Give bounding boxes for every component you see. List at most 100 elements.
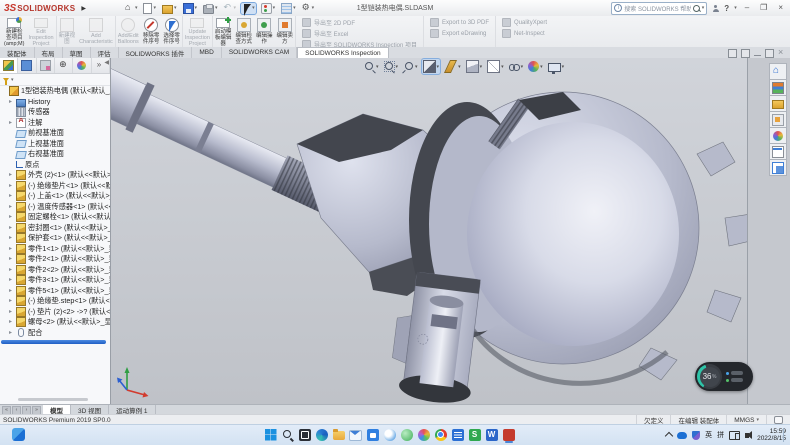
cloud-app-icon[interactable] [383,427,396,442]
design-library-icon[interactable] [769,79,787,96]
edit-operations-button[interactable]: 编辑操作 [254,16,275,47]
view-palette-icon[interactable] [769,111,787,128]
expand-arrow-icon[interactable] [9,296,14,306]
tree-item[interactable]: 零件5<1> (默认<<默认>_显示状 [0,286,110,297]
tree-item[interactable]: (-) 绝缘垫片<1> (默认<<默认>_显 [0,181,110,192]
expand-arrow-icon[interactable] [9,328,14,338]
edit-methods-button[interactable]: 编辑检查方式 [233,16,254,47]
select-balloons-button[interactable]: 选择零件序号 [161,16,183,47]
chrome-icon[interactable] [434,427,447,442]
tree-item[interactable]: 上视基准面 [0,139,110,150]
security-shield-icon[interactable] [692,431,700,440]
edge-icon[interactable] [315,427,328,442]
configurationmanager-tab-icon[interactable] [37,58,55,73]
tree-item[interactable]: 固定螺栓<1> (默认<<默认>_显示 [0,212,110,223]
expand-arrow-icon[interactable] [9,223,14,233]
add-edit-balloons-button[interactable]: Add/EditBalloons [116,16,141,47]
export-item[interactable]: 导出至 Excel [302,29,417,38]
expand-arrow-icon[interactable] [9,97,14,107]
tree-filter-bar[interactable]: ▾ [0,74,110,86]
panel-hscrollbar[interactable] [18,398,88,401]
expand-arrow-icon[interactable] [9,244,14,254]
tree-item[interactable]: 原点 [0,160,110,171]
expand-arrow-icon[interactable] [9,191,14,201]
ribbon-tab[interactable]: 评估 [91,47,119,58]
previous-view-icon[interactable]: ▾ [402,60,419,73]
start-button-icon[interactable] [264,427,277,442]
edit-inspection-project-button[interactable]: EditInspectionProject [26,16,56,47]
new-view-button[interactable]: 新建视图 [57,16,78,47]
tree-item[interactable]: (-) 垫片 (2)<2> ->? (默认<<默认> [0,307,110,318]
w-app-icon[interactable]: W [485,427,498,442]
print-icon[interactable]: ▾ [202,2,219,15]
doc-tile-icon[interactable] [741,49,750,58]
file-explorer-icon[interactable] [332,427,345,442]
tree-item[interactable]: 零件3<1> (默认<<默认>_显示状 [0,275,110,286]
search-icon[interactable] [693,5,700,12]
tree-item[interactable]: (-) 绝缘垫.step<1> (默认<<默认> [0,296,110,307]
model-3d-view[interactable] [111,58,748,404]
ribbon-tab[interactable]: 布局 [35,47,63,58]
save-icon[interactable]: ▾ [182,2,199,15]
help-search-box[interactable]: i 搜索 SOLIDWORKS 帮助 ▾ [611,2,707,15]
ime-language-indicator[interactable]: 英 [705,430,712,440]
expand-arrow-icon[interactable] [9,181,14,191]
ribbon-tab[interactable]: SOLIDWORKS 插件 [119,47,193,58]
tree-item[interactable]: 右视基准面 [0,149,110,160]
view-settings-icon[interactable]: ▾ [547,61,566,73]
export-item[interactable]: Export eDrawing [430,29,489,38]
onedrive-icon[interactable] [677,432,687,439]
section-view-icon[interactable]: ▾ [422,59,441,74]
update-inspection-project-button[interactable]: UpdateInspectionProject [183,16,213,47]
new-document-icon[interactable]: ▾ [142,2,157,15]
custom-properties-icon[interactable] [769,143,787,160]
tree-item[interactable]: 零件2<2> (默认<<默认>_显示状 [0,265,110,276]
ribbon-tab[interactable]: 草图 [63,47,91,58]
remove-balloons-button[interactable]: 移除零件序号 [141,16,162,47]
widget-row[interactable] [726,371,743,375]
volume-icon[interactable] [745,433,749,438]
tree-item[interactable]: 密封圈<1> (默认<<默认>_显示状 [0,223,110,234]
logo-flyout-arrow-icon[interactable]: ▶ [81,5,86,12]
ime-mode-indicator[interactable]: 拼 [717,430,724,440]
resources-home-icon[interactable] [769,63,787,80]
expand-arrow-icon[interactable] [9,286,14,296]
view-orientation-icon[interactable]: ▾ [465,59,484,74]
tree-item[interactable]: 传感器 [0,107,110,118]
expand-arrow-icon[interactable] [9,118,14,128]
taskbar-clock[interactable]: 15:59 2022/8/15 [757,428,786,443]
hide-show-items-icon[interactable]: ▾ [508,60,525,73]
tree-item[interactable]: 1型铠装热电偶 (默认<默认_显示状态-1> [0,86,110,97]
select-cursor-icon[interactable]: ▾ [241,3,256,14]
green-app-icon[interactable] [400,427,413,442]
window-restore-button[interactable]: ❐ [757,1,770,15]
tree-item[interactable]: 外壳 (2)<1> (默认<<默认>_显示状 [0,170,110,181]
doc-cascade-icon[interactable] [728,49,737,58]
file-explorer-icon[interactable] [769,95,787,112]
tree-item[interactable]: (-) 温度传感器<1> (默认<<默认> [0,202,110,213]
appearances-scenes-icon[interactable] [769,127,787,144]
expand-arrow-icon[interactable] [9,317,14,327]
featuremanager-tab-icon[interactable] [0,58,18,73]
login-user-icon[interactable] [712,5,719,12]
tree-item[interactable]: 螺母<2> (默认<<默认>_显示状态 [0,317,110,328]
doc-close-icon[interactable] [778,50,785,57]
solidworks-forum-icon[interactable] [769,159,787,176]
undo-icon[interactable]: ▾ [223,3,238,14]
panel-collapse-icon[interactable]: ◀ [104,59,109,66]
doc-minimize-icon[interactable] [754,50,761,57]
export-item[interactable]: Export to 3D PDF [430,18,489,27]
mail-icon[interactable] [349,427,362,442]
tree-item[interactable]: 注解 [0,118,110,129]
expand-arrow-icon[interactable] [9,202,14,212]
dimxpertmanager-tab-icon[interactable] [55,58,73,73]
store-icon[interactable] [366,427,379,442]
widget-row[interactable] [726,378,743,382]
zoom-area-icon[interactable]: ▾ [383,60,400,73]
expand-arrow-icon[interactable] [2,86,7,96]
annotation-icon[interactable]: ▾ [443,59,462,74]
expand-arrow-icon[interactable] [9,139,14,149]
expand-arrow-icon[interactable] [9,307,14,317]
rollback-bar[interactable] [1,340,106,344]
task-view-icon[interactable] [298,427,311,442]
